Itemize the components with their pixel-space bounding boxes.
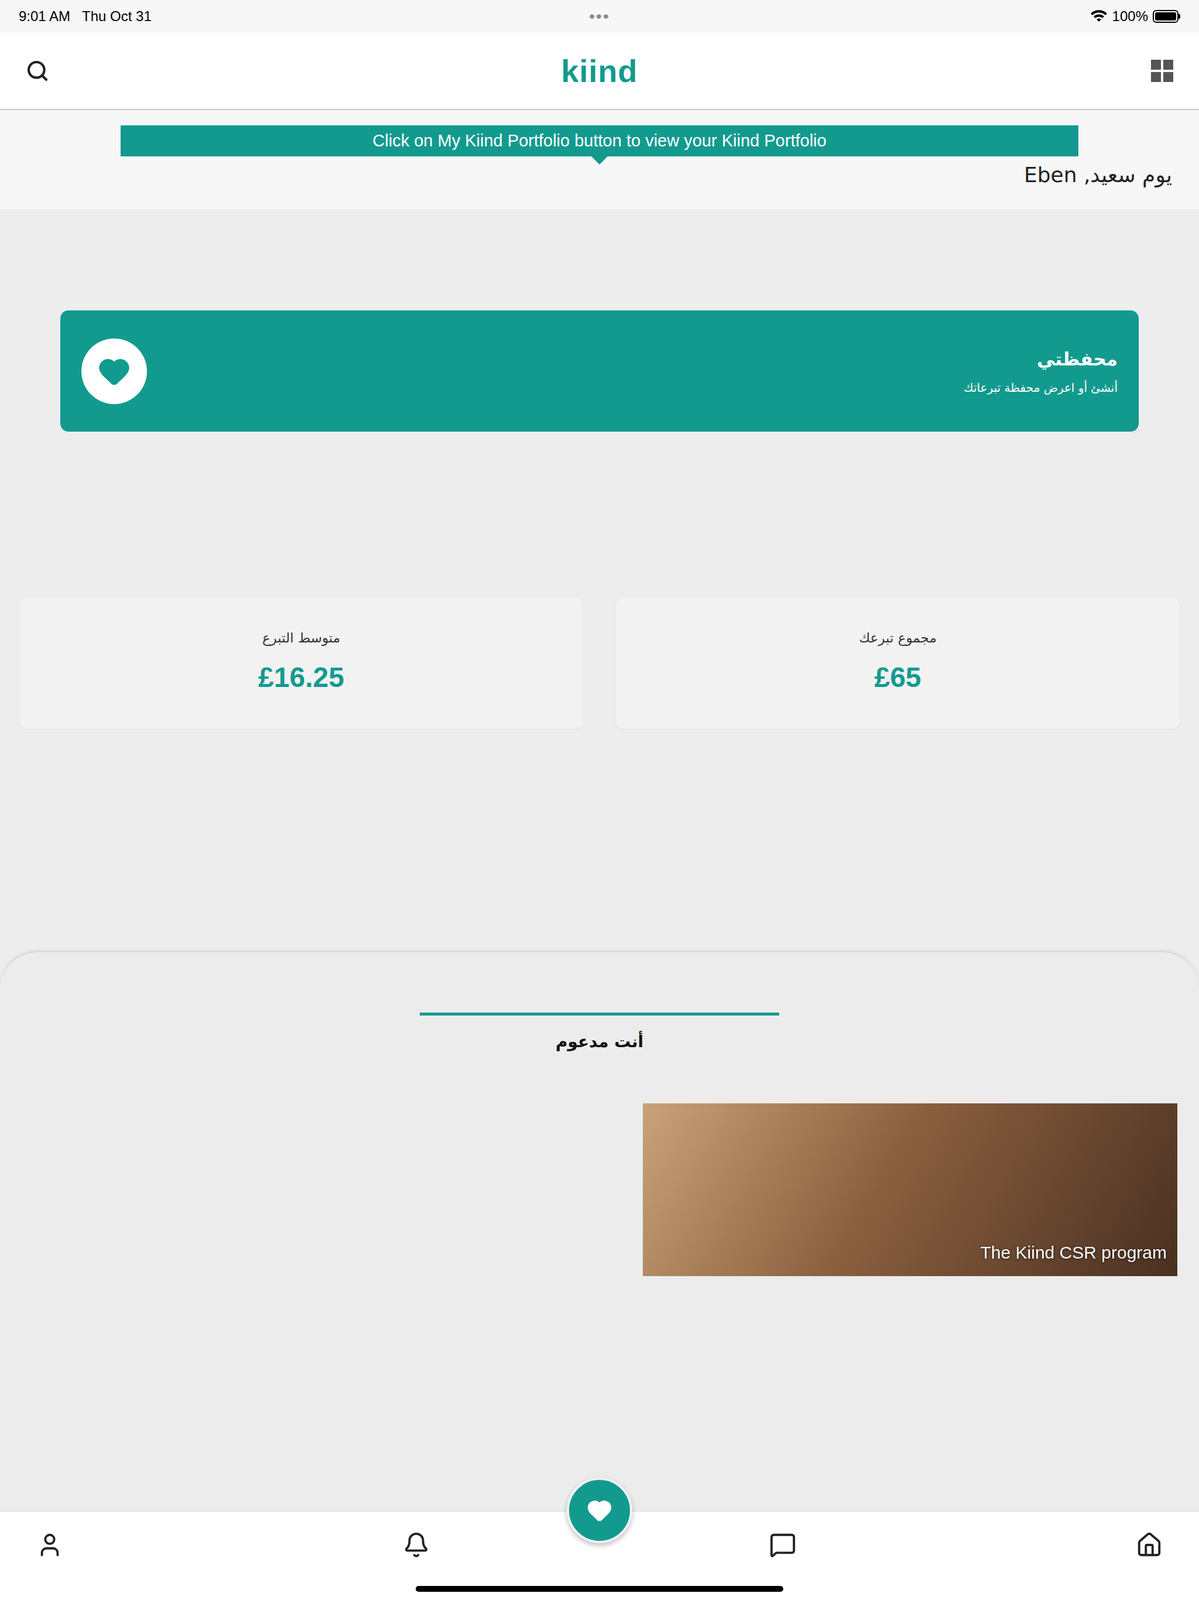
header: kiind [0,32,1199,111]
home-indicator[interactable] [415,1585,784,1592]
home-icon[interactable] [1135,1530,1163,1558]
app-screen: 9:01 AM Thu Oct 31 ••• 100% kiind Click on My… [0,0,1199,1600]
status-bar: 9:01 AM Thu Oct 31 ••• 100% [0,0,1199,33]
stats-row: مجموع تبرعك £65 متوسط التبرع £16.25 [0,597,1199,729]
stat-value: £16.25 [258,656,345,699]
donate-heart-icon [586,1496,613,1523]
portfolio-title: محفظتي [963,345,1118,373]
battery-percent: 100% [1112,5,1149,27]
tooltip[interactable]: Click on My Kiind Portfolio button to vi… [120,125,1079,157]
bottom-nav [0,1510,1199,1600]
multitask-dots[interactable]: ••• [588,4,610,29]
status-time: 9:01 AM [18,5,71,27]
main-area: محفظتي أنشئ أو اعرض محفظة تبرعاتك مجموع تب… [0,209,1199,951]
notifications-icon[interactable] [402,1530,430,1558]
stat-card: مجموع تبرعك £65 [615,597,1180,729]
portfolio-button[interactable]: محفظتي أنشئ أو اعرض محفظة تبرعاتك [60,310,1139,432]
portfolio-subtitle: أنشئ أو اعرض محفظة تبرعاتك [963,378,1118,397]
sheet-tab[interactable]: أنت مدعوم [419,1012,780,1054]
profile-icon[interactable] [36,1530,64,1558]
grid-menu-icon[interactable] [1150,59,1174,82]
stat-label: مجموع تبرعك [858,627,937,649]
greeting-text: يوم سعيد, Eben [1023,162,1173,187]
stat-value: £65 [874,656,921,699]
battery-icon [1152,9,1181,23]
search-icon[interactable] [25,59,50,83]
bottom-sheet: أنت مدعوم The Kiind CSR program [0,950,1199,1511]
stat-card: متوسط التبرع £16.25 [19,597,584,729]
messages-icon[interactable] [769,1530,797,1558]
wifi-icon [1090,9,1108,23]
program-card[interactable]: The Kiind CSR program [642,1102,1178,1276]
status-date: Thu Oct 31 [81,5,152,27]
program-card-title: The Kiind CSR program [980,1238,1167,1266]
donate-button[interactable] [566,1477,633,1543]
kiind-logo[interactable]: kiind [560,47,638,95]
heart-circle [81,338,147,404]
greeting-section: Click on My Kiind Portfolio button to vi… [0,110,1199,210]
heart-icon [97,354,131,388]
stat-label: متوسط التبرع [262,627,341,649]
